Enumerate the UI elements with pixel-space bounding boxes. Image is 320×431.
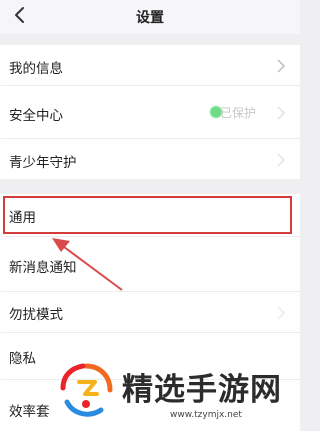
settings-item-label: 安全中心 bbox=[9, 108, 63, 124]
page-title: 设置 bbox=[136, 10, 164, 26]
settings-item-my-info[interactable]: 我的信息 bbox=[0, 45, 300, 85]
chevron-right-icon bbox=[276, 105, 286, 120]
settings-item-label: 勿扰模式 bbox=[9, 307, 63, 323]
chevron-right-icon bbox=[276, 58, 286, 73]
chevron-right-icon bbox=[276, 152, 286, 167]
watermark-logo-icon bbox=[60, 363, 113, 417]
highlight-box bbox=[3, 196, 292, 234]
settings-item-label: 隐私 bbox=[9, 351, 36, 367]
settings-item-label: 我的信息 bbox=[9, 61, 63, 77]
watermark-brand: 精选手游网 bbox=[122, 372, 282, 408]
settings-item-new-message[interactable]: 新消息通知 bbox=[0, 237, 300, 291]
chevron-right-icon bbox=[276, 305, 286, 320]
settings-item-label: 效率套 bbox=[9, 404, 50, 420]
settings-item-security[interactable]: 安全中心 已保护 bbox=[0, 86, 300, 138]
settings-item-youth[interactable]: 青少年守护 bbox=[0, 139, 300, 179]
settings-item-label: 新消息通知 bbox=[9, 260, 77, 276]
settings-item-dnd[interactable]: 勿扰模式 bbox=[0, 292, 300, 332]
header-bar: 设置 bbox=[0, 0, 300, 34]
settings-item-label: 青少年守护 bbox=[9, 155, 77, 171]
watermark-url: www.tzymjx.net bbox=[170, 410, 242, 420]
security-status: 已保护 bbox=[219, 106, 256, 120]
